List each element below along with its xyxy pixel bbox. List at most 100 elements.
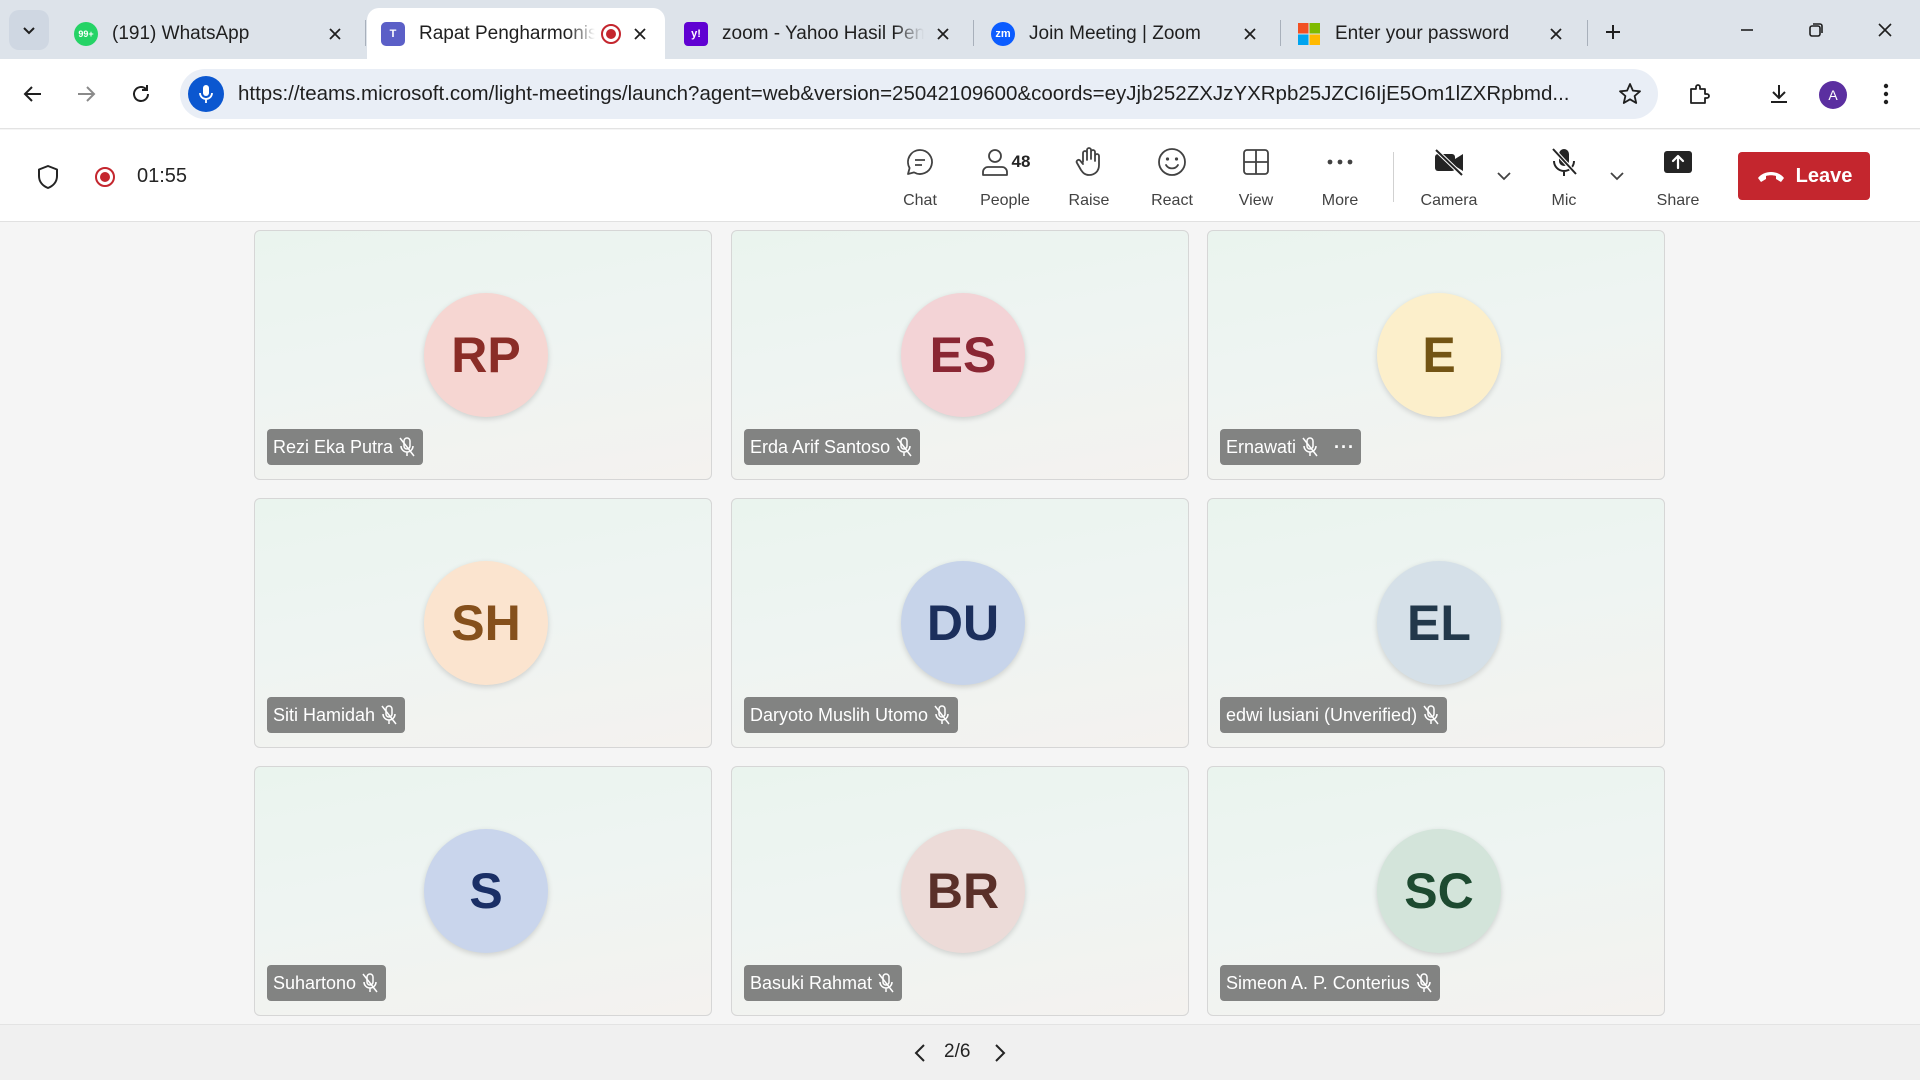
puzzle-icon [1690, 84, 1710, 104]
close-icon [937, 27, 949, 40]
shield-icon[interactable] [34, 163, 62, 191]
leave-label: Leave [1795, 164, 1853, 187]
arrow-left-icon [23, 86, 41, 102]
tab-close-button[interactable] [1239, 23, 1261, 45]
leave-button[interactable]: Leave [1738, 152, 1870, 200]
browser-menu-button[interactable] [1866, 74, 1906, 114]
next-page-button[interactable] [986, 1039, 1014, 1067]
tab-teams-meeting[interactable]: T Rapat Pengharmonisasi [367, 8, 665, 59]
people-label: People [980, 192, 1030, 209]
tab-label: Rapat Pengharmonisasi [419, 22, 595, 44]
participant-tile[interactable]: RP Rezi Eka Putra [254, 230, 712, 480]
address-bar[interactable]: https://teams.microsoft.com/light-meetin… [180, 69, 1658, 119]
tab-search-button[interactable] [9, 10, 49, 50]
chevron-right-icon [995, 1044, 1006, 1062]
participant-tile[interactable]: SC Simeon A. P. Conterius [1207, 766, 1665, 1016]
participant-avatar: S [424, 829, 548, 953]
participant-name-tag: edwi lusiani (Unverified) [1220, 697, 1448, 733]
more-button[interactable]: More [1318, 144, 1362, 210]
avatar-initials: BR [926, 863, 1000, 919]
minimize-button[interactable] [1727, 10, 1767, 50]
participant-name: Siti Hamidah [273, 704, 376, 725]
react-label: React [1151, 192, 1193, 209]
tab-close-button[interactable] [932, 23, 954, 45]
tab-zoom-join[interactable]: zm Join Meeting | Zoom [977, 8, 1275, 59]
raise-hand-button[interactable]: Raise [1068, 144, 1110, 210]
avatar-initials: E [1422, 327, 1456, 383]
tab-yahoo-search[interactable]: y! zoom - Yahoo Hasil Pencarian [670, 8, 968, 59]
mic-off-icon [896, 437, 912, 457]
close-window-button[interactable] [1865, 10, 1905, 50]
more-label: More [1321, 192, 1359, 209]
participant-more-options-button[interactable]: ··· [1334, 437, 1355, 458]
participant-tile[interactable]: S Suhartono [254, 766, 712, 1016]
participant-tile[interactable]: ES Erda Arif Santoso [731, 230, 1189, 480]
tab-whatsapp[interactable]: 99+ (191) WhatsApp [60, 8, 360, 59]
reload-button[interactable] [121, 74, 161, 114]
raise-label: Raise [1068, 192, 1110, 209]
participant-name: Rezi Eka Putra [273, 436, 394, 457]
tab-close-button[interactable] [324, 23, 346, 45]
more-horizontal-icon [1327, 159, 1353, 165]
tab-close-button[interactable] [629, 23, 651, 45]
participant-tile[interactable]: E Ernawati ··· [1207, 230, 1665, 480]
avatar-initials: DU [926, 595, 1000, 651]
downloads-button[interactable] [1759, 74, 1799, 114]
chevron-down-icon [1610, 172, 1624, 181]
back-button[interactable] [13, 74, 53, 114]
chevron-left-icon [914, 1044, 925, 1062]
page-indicator: 2/6 [944, 1041, 971, 1062]
participant-tile[interactable]: BR Basuki Rahmat [731, 766, 1189, 1016]
mic-off-icon [934, 705, 950, 725]
tab-separator [1587, 20, 1588, 46]
meeting-control-bar: 01:55 Chat 48 People Raise React View Mo… [0, 130, 1920, 222]
extensions-button[interactable] [1679, 74, 1719, 114]
participant-name-tag: Erda Arif Santoso [744, 429, 921, 465]
favicon-badge: 99+ [78, 28, 94, 39]
plus-icon [1606, 25, 1620, 39]
participant-tile[interactable]: EL edwi lusiani (Unverified) [1207, 498, 1665, 748]
mic-options-button[interactable] [1605, 164, 1629, 188]
share-button[interactable]: Share [1656, 144, 1700, 210]
tab-label: Enter your password [1335, 22, 1510, 44]
share-screen-icon [1664, 151, 1692, 173]
participant-name: Daryoto Muslih Utomo [750, 704, 929, 725]
microsoft-icon [1297, 22, 1321, 46]
mic-button[interactable]: Mic [1546, 144, 1582, 210]
participant-name-tag: Suhartono [267, 965, 387, 1001]
recording-indicator-icon [601, 23, 621, 44]
tab-close-button[interactable] [1545, 23, 1567, 45]
tab-separator [1280, 20, 1281, 46]
participant-name-tag: Daryoto Muslih Utomo [744, 697, 959, 733]
meeting-timer: 01:55 [137, 165, 188, 187]
previous-page-button[interactable] [906, 1039, 934, 1067]
camera-options-button[interactable] [1492, 164, 1516, 188]
forward-button[interactable] [66, 74, 106, 114]
reload-icon [133, 85, 149, 102]
tab-microsoft-password[interactable]: Enter your password [1283, 8, 1581, 59]
chat-icon [907, 149, 933, 175]
microphone-in-use-icon[interactable] [188, 76, 224, 112]
chevron-down-icon [1497, 172, 1511, 181]
camera-button[interactable]: Camera [1418, 144, 1480, 210]
profile-avatar[interactable]: A [1819, 81, 1847, 109]
view-button[interactable]: View [1236, 144, 1276, 210]
participant-name-tag: Rezi Eka Putra [267, 429, 424, 465]
video-gallery: RP Rezi Eka Putra ES Erda Arif Santoso E… [0, 222, 1920, 1024]
people-button[interactable]: 48 People [975, 144, 1035, 210]
share-label: Share [1656, 192, 1700, 209]
new-tab-button[interactable] [1595, 14, 1631, 50]
url-text[interactable]: https://teams.microsoft.com/light-meetin… [238, 82, 1638, 106]
chat-button[interactable]: Chat [900, 144, 940, 210]
participant-name-tag: Siti Hamidah [267, 697, 406, 733]
microsoft-logo-icon [1298, 22, 1320, 45]
participant-tile[interactable]: DU Daryoto Muslih Utomo [731, 498, 1189, 748]
avatar-initials: RP [451, 327, 521, 383]
react-button[interactable]: React [1150, 144, 1194, 210]
participant-tile[interactable]: SH Siti Hamidah [254, 498, 712, 748]
restore-button[interactable] [1796, 10, 1836, 50]
mic-off-icon [362, 973, 378, 993]
bookmark-star-button[interactable] [1616, 80, 1644, 108]
mic-off-icon [878, 973, 894, 993]
participant-avatar: RP [424, 293, 548, 417]
